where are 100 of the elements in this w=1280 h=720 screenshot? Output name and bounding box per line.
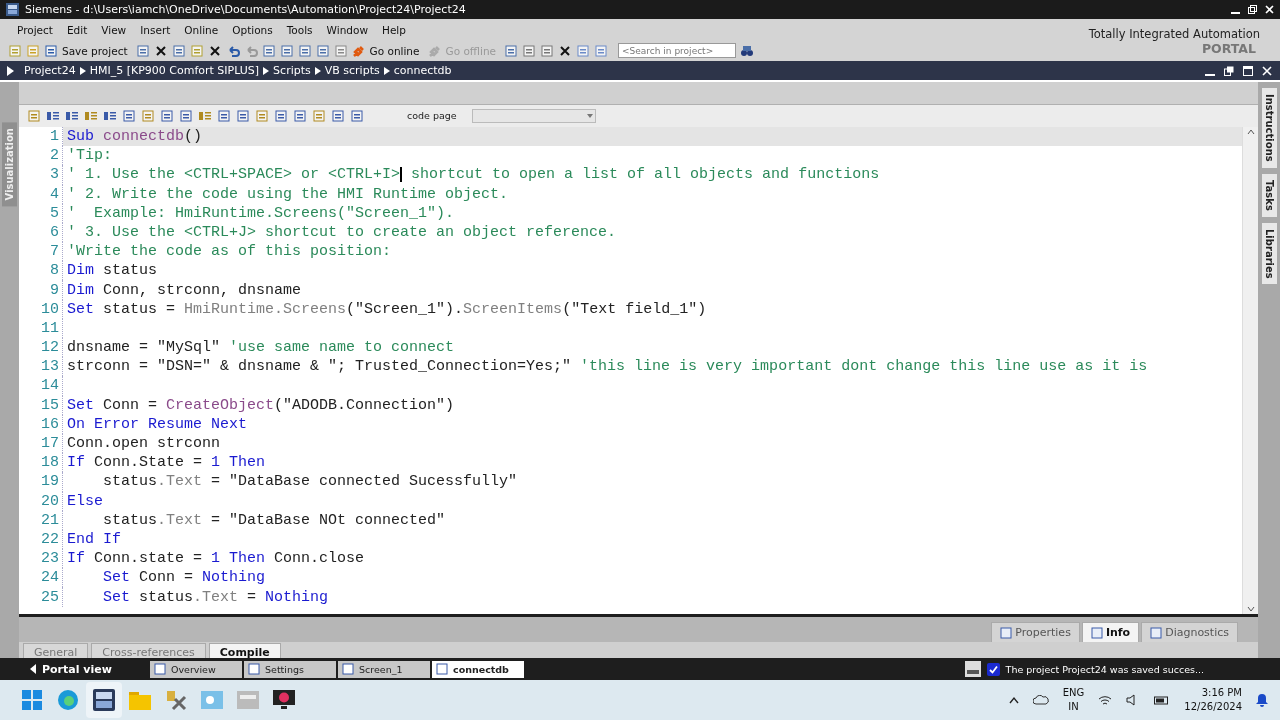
breadcrumb-item[interactable]: HMI_5 [KP900 Comfort SIPLUS] <box>85 64 264 77</box>
cloud-icon[interactable] <box>1032 695 1049 705</box>
tab-icon <box>154 663 166 675</box>
code-text: ' 2. Write the code using the HMI Runtime object. <box>66 184 510 204</box>
editor-tab[interactable]: connectdb <box>432 660 524 678</box>
brand-subtitle: PORTAL <box>1201 41 1256 56</box>
code-text: Set Conn = Nothing <box>102 568 267 588</box>
code-text: If Conn.state = 1 Then Conn.close <box>66 549 366 569</box>
brand-title: Totally Integrated Automation <box>1088 27 1260 41</box>
battery-icon[interactable] <box>1154 695 1171 705</box>
search-field[interactable]: <Search in project> <box>618 43 736 58</box>
inspector-tab[interactable]: Diagnostics <box>1141 622 1238 643</box>
breadcrumb-item[interactable]: VB scripts <box>320 64 384 77</box>
editor-tab[interactable]: Screen_1 <box>338 660 430 678</box>
inspector-tab[interactable]: Properties <box>991 622 1080 643</box>
breadcrumb-item[interactable]: connectdb <box>389 64 456 77</box>
status-message: The project Project24 was saved succes... <box>1005 663 1204 675</box>
code-text: ' 3. Use the <CTRL+J> shortcut to create an object reference. <box>66 222 618 243</box>
tab-icon <box>436 663 448 675</box>
restore-icon[interactable] <box>1248 5 1257 14</box>
menu-item[interactable]: Insert <box>133 23 178 36</box>
editor-tool-icon[interactable] <box>141 108 155 123</box>
code-page-label: code page <box>407 110 457 122</box>
breadcrumb-item[interactable]: Scripts <box>269 64 315 77</box>
clock-date: 12/26/2024 <box>1184 700 1242 714</box>
code-text: ' 1. Use the <CTRL+SPACE> or <CTRL+I> shortcut to open a list of all objects and functions <box>66 165 881 185</box>
tab-icon <box>1090 626 1103 639</box>
code-text: Set Conn = CreateObject("ADODB.Connection") <box>66 395 456 415</box>
menu-item[interactable]: Options <box>225 23 280 36</box>
editor-tool-icon[interactable] <box>255 108 269 123</box>
menu-item[interactable]: Window <box>319 23 375 36</box>
maximize-icon[interactable] <box>1243 65 1253 76</box>
side-tab[interactable]: Tasks <box>1261 173 1277 217</box>
menu-item[interactable]: View <box>94 23 134 36</box>
app-icon[interactable] <box>93 689 115 711</box>
editor-tool-icon[interactable] <box>179 108 193 123</box>
clock-time: 3:16 PM <box>1201 686 1242 700</box>
side-tab[interactable]: Libraries <box>1261 222 1277 285</box>
breadcrumb-item[interactable]: Project24 <box>20 64 80 77</box>
code-text: status.Text = "DataBase connected Sucessfully" <box>102 472 519 492</box>
menu-item[interactable]: Edit <box>59 23 95 36</box>
bottom-tab[interactable]: Compile <box>208 643 281 658</box>
code-text: End If <box>66 529 122 550</box>
chevron-icon <box>314 66 321 75</box>
close-icon[interactable] <box>558 43 572 58</box>
menu-item[interactable]: Tools <box>279 23 320 36</box>
code-text: Sub connectdb() <box>63 126 1242 147</box>
editor-tab[interactable]: Settings <box>244 660 336 678</box>
inspector-tab[interactable]: Info <box>1081 622 1140 643</box>
close-icon[interactable] <box>1262 65 1272 76</box>
menu-item[interactable]: Help <box>375 23 413 36</box>
close-icon[interactable] <box>1265 5 1274 14</box>
checkmark-icon <box>986 662 1000 676</box>
tab-icon <box>1000 626 1013 639</box>
code-text: 'Write the code as of this position: <box>66 242 393 262</box>
editor-tool-icon[interactable] <box>236 108 250 123</box>
code-text: status.Text = "DataBase NOt connected" <box>102 510 447 530</box>
code-text: Else <box>66 491 104 511</box>
editor-tool-icon[interactable] <box>350 108 364 123</box>
portal-view-button[interactable]: Portal view <box>0 661 150 677</box>
tab-icon <box>1150 626 1163 639</box>
restore-icon[interactable] <box>1224 65 1234 76</box>
delete-icon[interactable] <box>207 43 222 58</box>
wifi-icon[interactable] <box>1098 694 1113 706</box>
editor-tool-icon[interactable] <box>274 108 288 123</box>
editor-tool-icon[interactable] <box>122 108 136 123</box>
editor-tool-icon[interactable] <box>331 108 345 123</box>
editor-tool-icon[interactable] <box>160 108 174 123</box>
editor-tab[interactable]: Overview <box>150 660 242 678</box>
chevron-icon <box>79 66 86 75</box>
go-online-button[interactable]: Go online <box>369 44 420 57</box>
browser-icon[interactable] <box>57 689 79 711</box>
expand-icon[interactable] <box>6 65 14 76</box>
bell-icon[interactable] <box>1256 693 1268 707</box>
editor-tool-icon[interactable] <box>217 108 231 123</box>
side-tab[interactable]: Instructions <box>1261 88 1277 168</box>
chevron-icon <box>263 66 270 75</box>
plug-icon[interactable] <box>351 43 366 58</box>
binoculars-icon[interactable] <box>740 43 754 58</box>
code-text: Set status.Text = Nothing <box>102 587 330 607</box>
language-label: ENG <box>1062 686 1085 700</box>
back-icon <box>30 664 36 674</box>
code-text: 'Tip: <box>66 146 113 166</box>
code-text: dnsname = "MySql" 'use same name to connect <box>66 338 456 358</box>
save-project-button[interactable]: Save project <box>62 44 128 57</box>
editor-tool-icon[interactable] <box>293 108 307 123</box>
code-text: Dim Conn, strconn, dnsname <box>66 280 303 300</box>
code-text: Dim status <box>66 261 159 281</box>
chevron-icon <box>383 66 390 75</box>
code-text: If Conn.State = 1 Then <box>66 453 267 473</box>
tools-icon[interactable] <box>165 689 187 711</box>
caret-icon <box>584 112 595 119</box>
tab-icon <box>342 663 354 675</box>
windows-start-icon[interactable] <box>22 690 42 710</box>
menu-item[interactable]: Online <box>177 23 226 36</box>
editor-tool-icon[interactable] <box>312 108 326 123</box>
menu-item[interactable]: Project <box>10 23 60 36</box>
tab-icon <box>248 663 260 675</box>
editor-tool-icon[interactable] <box>27 108 41 123</box>
chevron-up-icon[interactable] <box>1008 696 1019 704</box>
